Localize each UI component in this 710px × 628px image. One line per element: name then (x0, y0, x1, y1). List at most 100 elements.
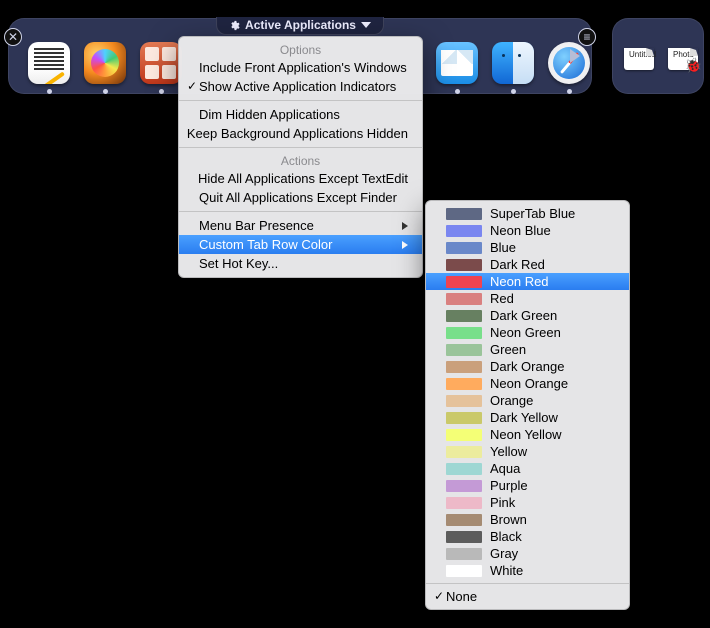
color-swatch (446, 361, 482, 373)
color-option[interactable]: Neon Green (426, 324, 629, 341)
color-swatch (446, 344, 482, 356)
menu-item-label: Set Hot Key... (199, 255, 408, 272)
indicator-dot (47, 89, 52, 94)
color-option[interactable]: Orange (426, 392, 629, 409)
bar-title-tab[interactable]: Active Applications (216, 17, 384, 35)
menu-section-header: Actions (179, 152, 422, 169)
menu-item-label: Custom Tab Row Color (199, 236, 394, 253)
submenu-arrow-icon (402, 241, 408, 249)
indicator-dot (159, 89, 164, 94)
color-option[interactable]: Black (426, 528, 629, 545)
color-label: Neon Yellow (490, 426, 562, 443)
desktop-file[interactable]: Untitled (622, 48, 656, 70)
scroll-right-icon[interactable] (570, 49, 580, 63)
menu-item-label: Menu Bar Presence (199, 217, 394, 234)
menu-item[interactable]: Custom Tab Row Color (179, 235, 422, 254)
color-option[interactable]: Neon Blue (426, 222, 629, 239)
app-finder[interactable] (492, 42, 534, 84)
color-label: Brown (490, 511, 527, 528)
color-option[interactable]: Pink (426, 494, 629, 511)
color-option[interactable]: Dark Red (426, 256, 629, 273)
menu-separator (179, 211, 422, 212)
color-option[interactable]: Neon Yellow (426, 426, 629, 443)
options-menu: OptionsInclude Front Application's Windo… (178, 36, 423, 278)
indicator-dot (567, 89, 572, 94)
color-option[interactable]: Green (426, 341, 629, 358)
color-option[interactable]: Yellow (426, 443, 629, 460)
color-submenu: SuperTab BlueNeon BlueBlueDark RedNeon R… (425, 200, 630, 610)
color-label: Green (490, 341, 526, 358)
color-label: Red (490, 290, 514, 307)
color-option[interactable]: Purple (426, 477, 629, 494)
color-swatch (446, 531, 482, 543)
color-label: None (446, 588, 477, 605)
app-mail[interactable] (436, 42, 478, 84)
color-option[interactable]: Gray (426, 545, 629, 562)
desktop-items: Untitled Photo🐞 (622, 48, 700, 70)
color-swatch (446, 565, 482, 577)
menu-separator (179, 147, 422, 148)
menu-item-label: Quit All Applications Except Finder (199, 189, 408, 206)
color-label: Blue (490, 239, 516, 256)
desktop-file[interactable]: Photo🐞 (666, 48, 700, 70)
app-textedit[interactable] (28, 42, 70, 84)
color-option[interactable]: Brown (426, 511, 629, 528)
color-label: Neon Blue (490, 222, 551, 239)
app-safari[interactable] (548, 42, 590, 84)
app-photo booth[interactable] (140, 42, 182, 84)
indicator-dot (455, 89, 460, 94)
menu-separator (179, 100, 422, 101)
color-option[interactable]: Red (426, 290, 629, 307)
menu-item[interactable]: Menu Bar Presence (179, 216, 422, 235)
menu-item-label: Hide All Applications Except TextEdit (198, 170, 408, 187)
color-swatch (446, 208, 482, 220)
color-swatch (446, 395, 482, 407)
indicator-dot (103, 89, 108, 94)
color-swatch (446, 497, 482, 509)
color-label: Dark Yellow (490, 409, 558, 426)
menu-item[interactable]: Keep Background Applications Hidden (179, 124, 422, 143)
color-option[interactable]: Dark Yellow (426, 409, 629, 426)
menu-section-header: Options (179, 41, 422, 58)
color-option[interactable]: White (426, 562, 629, 579)
menu-item[interactable]: Hide All Applications Except TextEdit (179, 169, 422, 188)
color-option-none[interactable]: ✓None (426, 588, 629, 605)
color-option[interactable]: Neon Orange (426, 375, 629, 392)
check-icon: ✓ (432, 588, 446, 605)
color-swatch (446, 548, 482, 560)
close-icon[interactable]: ✕ (4, 28, 22, 46)
color-label: White (490, 562, 523, 579)
color-swatch (446, 327, 482, 339)
menu-item[interactable]: ✓Show Active Application Indicators (179, 77, 422, 96)
color-swatch (446, 225, 482, 237)
indicator-dot (511, 89, 516, 94)
menu-item[interactable]: Set Hot Key... (179, 254, 422, 273)
menu-item[interactable]: Dim Hidden Applications (179, 105, 422, 124)
menu-item-label: Dim Hidden Applications (199, 106, 408, 123)
color-label: Neon Orange (490, 375, 568, 392)
color-label: Aqua (490, 460, 520, 477)
gear-icon (229, 20, 240, 31)
color-label: Pink (490, 494, 515, 511)
bar-title-text: Active Applications (245, 18, 356, 32)
color-option[interactable]: Blue (426, 239, 629, 256)
color-option[interactable]: Aqua (426, 460, 629, 477)
color-label: Orange (490, 392, 533, 409)
menu-item[interactable]: Quit All Applications Except Finder (179, 188, 422, 207)
color-label: Gray (490, 545, 518, 562)
color-label: Yellow (490, 443, 527, 460)
app-iphoto[interactable] (84, 42, 126, 84)
color-option[interactable]: Dark Orange (426, 358, 629, 375)
color-option[interactable]: Neon Red (426, 273, 629, 290)
color-swatch (446, 276, 482, 288)
color-label: Black (490, 528, 522, 545)
color-option[interactable]: Dark Green (426, 307, 629, 324)
color-swatch (446, 293, 482, 305)
menu-separator (426, 583, 629, 584)
menu-item[interactable]: Include Front Application's Windows (179, 58, 422, 77)
color-option[interactable]: SuperTab Blue (426, 205, 629, 222)
color-swatch (446, 446, 482, 458)
color-swatch (446, 242, 482, 254)
submenu-arrow-icon (402, 222, 408, 230)
color-label: Neon Green (490, 324, 561, 341)
